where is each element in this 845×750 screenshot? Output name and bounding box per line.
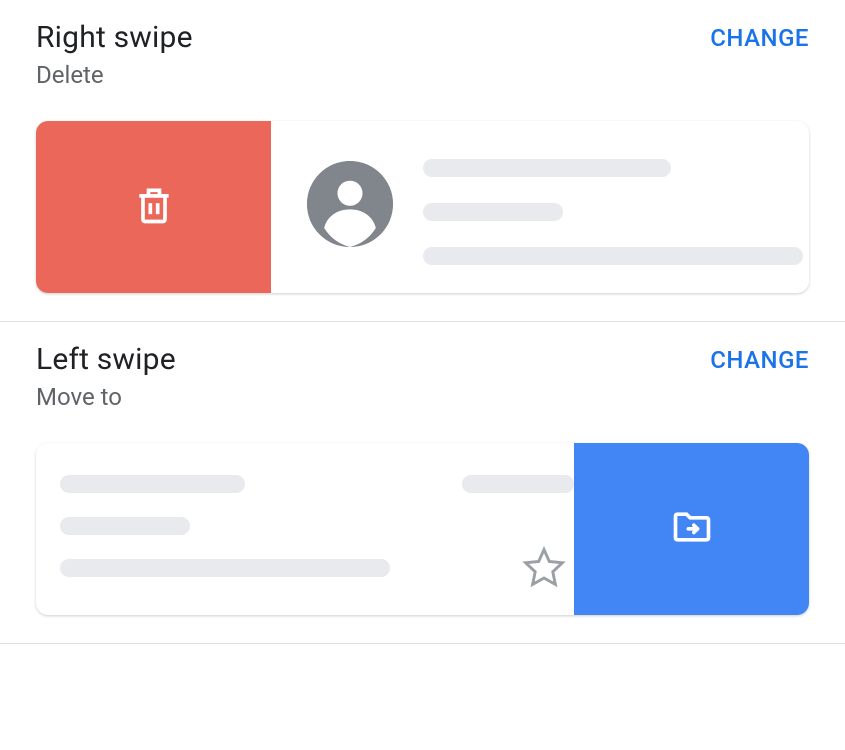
- message-meta: [444, 471, 574, 595]
- header-text: Left swipe Move to: [36, 342, 176, 411]
- placeholder-lines: [60, 471, 444, 595]
- placeholder-lines: [423, 149, 803, 273]
- left-swipe-preview: [36, 443, 809, 615]
- section-header: Right swipe Delete CHANGE: [36, 20, 809, 89]
- folder-move-icon: [670, 505, 714, 553]
- message-preview: [36, 443, 574, 615]
- change-button[interactable]: CHANGE: [710, 346, 809, 374]
- avatar: [307, 161, 393, 247]
- swipe-action-panel: [574, 443, 809, 615]
- placeholder-line: [60, 559, 390, 577]
- section-title: Right swipe: [36, 20, 193, 55]
- section-divider: [0, 643, 845, 644]
- placeholder-line: [423, 203, 563, 221]
- placeholder-line: [60, 517, 190, 535]
- placeholder-line: [60, 475, 245, 493]
- right-swipe-preview: [36, 121, 809, 293]
- star-icon: [522, 545, 566, 589]
- placeholder-line: [423, 247, 803, 265]
- section-subtitle: Delete: [36, 61, 193, 89]
- header-text: Right swipe Delete: [36, 20, 193, 89]
- placeholder-line: [423, 159, 671, 177]
- message-preview: [271, 121, 809, 293]
- change-button[interactable]: CHANGE: [710, 24, 809, 52]
- right-swipe-section: Right swipe Delete CHANGE: [0, 0, 845, 321]
- left-swipe-section: Left swipe Move to CHANGE: [0, 322, 845, 643]
- swipe-action-panel: [36, 121, 271, 293]
- section-header: Left swipe Move to CHANGE: [36, 342, 809, 411]
- trash-icon: [132, 183, 176, 231]
- section-title: Left swipe: [36, 342, 176, 377]
- section-subtitle: Move to: [36, 383, 176, 411]
- placeholder-line: [462, 475, 574, 493]
